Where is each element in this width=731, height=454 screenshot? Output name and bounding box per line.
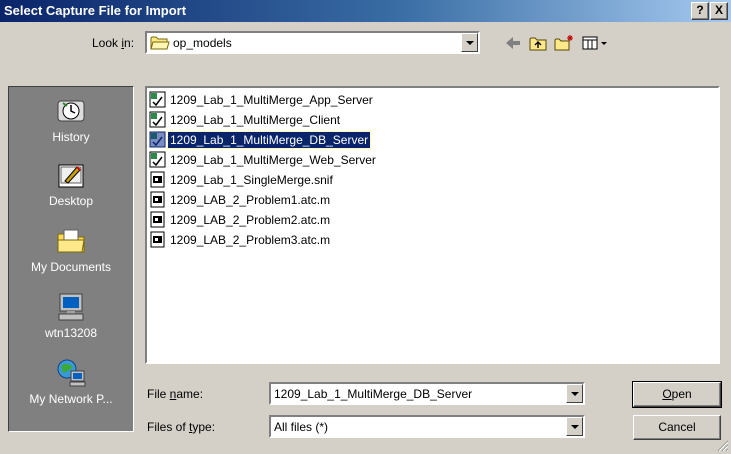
open-button[interactable]: Open — [632, 381, 722, 408]
network-places-icon — [57, 359, 86, 387]
place-my-documents[interactable]: My Documents — [9, 225, 133, 274]
model-file-icon — [149, 91, 166, 108]
window-title: Select Capture File for Import — [4, 3, 187, 18]
back-arrow-icon[interactable] — [502, 33, 524, 53]
file-name-label: File name: — [147, 387, 204, 401]
places-bar: History Desktop My Documents wtn13208 My… — [8, 86, 134, 432]
file-list[interactable]: 1209_Lab_1_MultiMerge_App_Server 1209_La… — [145, 86, 720, 364]
document-file-icon — [150, 191, 165, 208]
place-my-computer[interactable]: wtn13208 — [9, 291, 133, 340]
place-label: History — [52, 130, 90, 144]
document-file-icon — [150, 231, 165, 248]
close-button[interactable]: X — [710, 2, 728, 20]
document-file-icon — [150, 171, 165, 188]
model-file-icon — [149, 131, 166, 148]
file-type-dropdown-button[interactable] — [566, 417, 583, 436]
computer-icon — [58, 293, 84, 321]
new-folder-icon[interactable] — [553, 33, 575, 53]
file-name-combo[interactable]: 1209_Lab_1_MultiMerge_DB_Server — [269, 382, 585, 405]
file-type-label: Files of type: — [147, 420, 216, 434]
file-item[interactable]: 1209_LAB_2_Problem2.atc.m — [149, 210, 332, 229]
file-item[interactable]: 1209_LAB_2_Problem1.atc.m — [149, 190, 332, 209]
file-item[interactable]: 1209_LAB_2_Problem3.atc.m — [149, 230, 332, 249]
model-file-icon — [149, 151, 166, 168]
file-item[interactable]: 1209_Lab_1_MultiMerge_Client — [149, 110, 342, 129]
look-in-label: Look in: — [92, 36, 135, 50]
document-file-icon — [150, 211, 165, 228]
file-item[interactable]: 1209_Lab_1_MultiMerge_Web_Server — [149, 150, 378, 169]
place-history[interactable]: History — [9, 95, 133, 144]
file-type-value: All files (*) — [274, 420, 329, 434]
place-my-network[interactable]: My Network P... — [9, 357, 133, 406]
place-label: Desktop — [48, 194, 94, 208]
place-label: My Documents — [30, 260, 112, 274]
history-icon — [57, 100, 85, 122]
place-label: My Network P... — [29, 392, 113, 406]
title-bar: Select Capture File for Import ? X — [0, 0, 731, 22]
my-documents-icon — [57, 229, 85, 253]
look-in-value: op_models — [173, 36, 232, 50]
view-menu-icon[interactable] — [580, 33, 610, 53]
file-name-value: 1209_Lab_1_MultiMerge_DB_Server — [274, 387, 473, 401]
file-type-combo[interactable]: All files (*) — [269, 415, 585, 438]
file-item[interactable]: 1209_Lab_1_MultiMerge_App_Server — [149, 90, 375, 109]
open-folder-icon — [150, 36, 170, 50]
model-file-icon — [149, 111, 166, 128]
file-item-selected[interactable]: 1209_Lab_1_MultiMerge_DB_Server — [149, 130, 372, 149]
cancel-button[interactable]: Cancel — [633, 415, 721, 440]
desktop-icon — [58, 164, 84, 188]
resize-grip-icon[interactable] — [717, 440, 729, 452]
file-name-dropdown-button[interactable] — [566, 384, 583, 403]
look-in-combo[interactable]: op_models — [145, 31, 480, 54]
help-button[interactable]: ? — [691, 2, 709, 20]
look-in-dropdown-button[interactable] — [461, 33, 478, 52]
place-desktop[interactable]: Desktop — [9, 159, 133, 208]
up-folder-icon[interactable] — [527, 33, 549, 53]
place-label: wtn13208 — [44, 326, 98, 340]
file-item[interactable]: 1209_Lab_1_SingleMerge.snif — [149, 170, 335, 189]
